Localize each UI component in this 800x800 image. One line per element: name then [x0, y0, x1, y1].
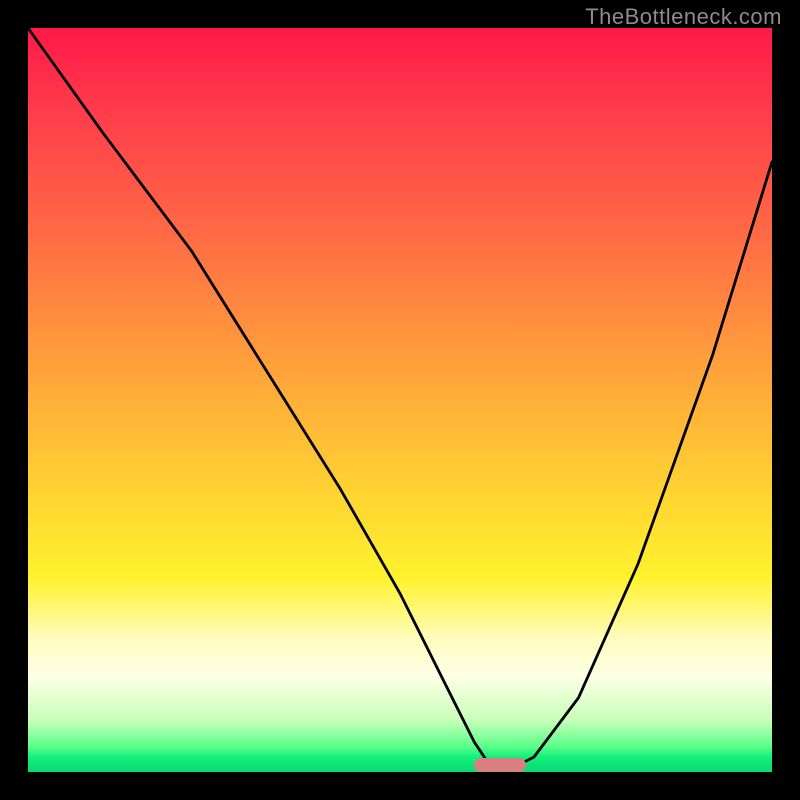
plot-area	[28, 28, 772, 772]
bottleneck-curve	[28, 28, 772, 772]
curve-path	[28, 28, 772, 772]
watermark-text: TheBottleneck.com	[585, 4, 782, 30]
chart-frame: TheBottleneck.com	[0, 0, 800, 800]
optimal-marker	[474, 758, 526, 772]
